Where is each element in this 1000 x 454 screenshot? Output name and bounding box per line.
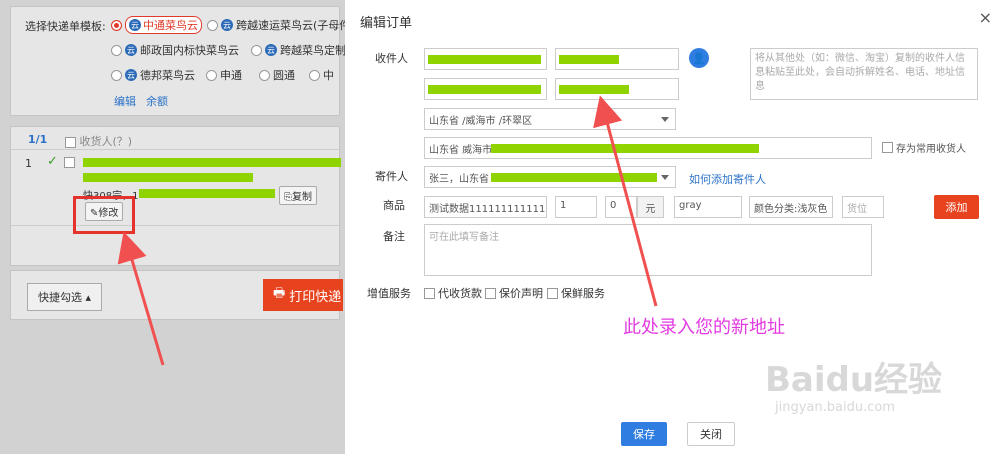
annotation-arrows xyxy=(117,95,658,366)
arrow-to-modify xyxy=(117,231,165,366)
arrow-to-address xyxy=(593,95,658,307)
